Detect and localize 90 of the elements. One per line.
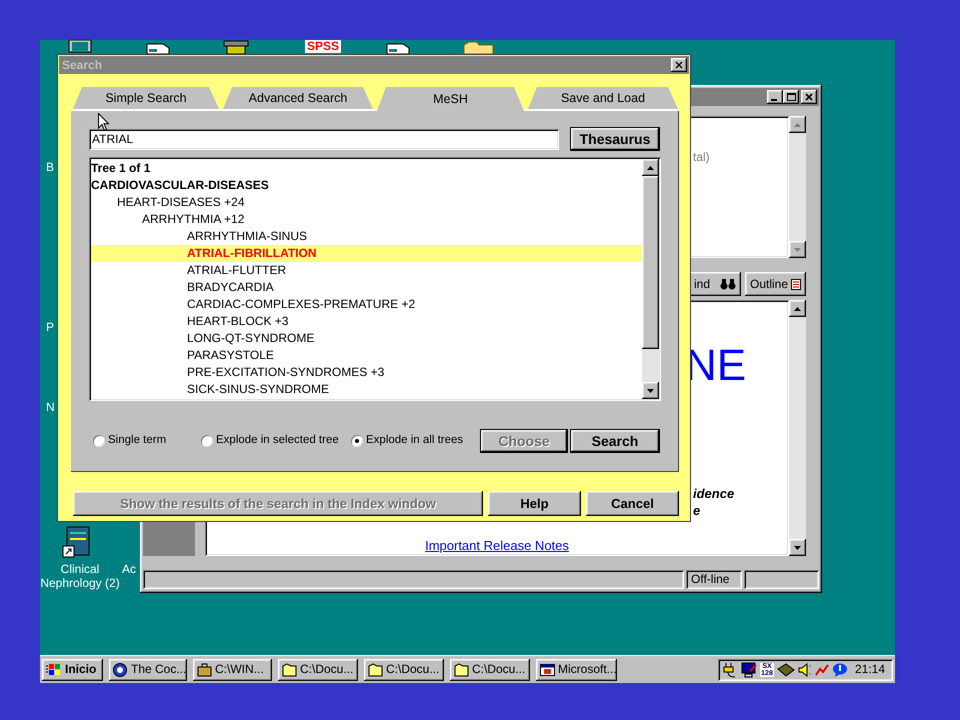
taskbar-button[interactable]: C:\Docu...: [278, 658, 358, 680]
text-fragment: tal): [693, 150, 710, 164]
search-field[interactable]: ATRIAL: [89, 128, 559, 150]
scroll-down-button[interactable]: [642, 382, 659, 399]
tree-item[interactable]: CARDIOVASCULAR-DISEASES: [91, 177, 642, 194]
tree-item[interactable]: ATRIAL-FLUTTER: [91, 262, 642, 279]
globe-icon: [113, 662, 128, 676]
scrollbar[interactable]: [789, 300, 806, 556]
folder-icon: [463, 40, 495, 54]
tree-item[interactable]: ARRHYTHMIA-SINUS: [91, 228, 642, 245]
tree-header: Tree 1 of 1: [91, 160, 152, 177]
down-arrow-icon: [794, 546, 801, 550]
tree-item[interactable]: CARDIAC-COMPLEXES-PREMATURE +2: [91, 296, 642, 313]
speaker-icon: [798, 662, 812, 676]
icon-label: P: [46, 320, 54, 334]
close-button[interactable]: [671, 58, 687, 72]
radio-option[interactable]: Explode in all trees: [351, 434, 480, 448]
scroll-down-button[interactable]: [789, 539, 806, 556]
tree-item[interactable]: PARASYSTOLE: [91, 347, 642, 364]
taskbar-button[interactable]: The Coc...: [109, 658, 187, 680]
window-title: Search: [62, 58, 102, 72]
up-arrow-icon: [794, 122, 801, 126]
tree-item[interactable]: HEART-DISEASES +24: [91, 194, 642, 211]
scroll-up-button[interactable]: [642, 159, 659, 176]
scrollbar[interactable]: [642, 159, 659, 399]
radio-button[interactable]: [351, 434, 363, 447]
icon-label: B: [46, 160, 54, 174]
text-fragment: e: [693, 503, 700, 519]
tree-item[interactable]: ARRHYTHMIA +12: [91, 211, 642, 228]
icon-label: N: [46, 400, 55, 414]
scrollbar[interactable]: [789, 116, 806, 258]
scroll-up-button[interactable]: [789, 116, 806, 133]
thesaurus-button[interactable]: Thesaurus: [570, 127, 660, 151]
tab[interactable]: Advanced Search: [223, 87, 373, 109]
tree-item[interactable]: PRE-EXCITATION-SYNDROMES +3: [91, 364, 642, 381]
tree-item[interactable]: ATRIAL-FIBRILLATION: [91, 245, 642, 262]
scroll-thumb[interactable]: [642, 176, 659, 349]
radio-button[interactable]: [93, 434, 105, 447]
tree-item[interactable]: SICK-SINUS-SYNDROME: [91, 381, 642, 398]
scroll-up-button[interactable]: [789, 300, 806, 317]
start-button[interactable]: Inicio: [42, 658, 103, 680]
clock: 21:14: [854, 662, 886, 677]
taskbar-button[interactable]: Microsoft...: [536, 658, 617, 680]
taskbar-button[interactable]: C:\Docu...: [450, 658, 530, 680]
monitor-icon: [741, 662, 757, 678]
dialog-button[interactable]: Cancel: [586, 491, 679, 516]
down-arrow-icon: [794, 248, 801, 252]
maximize-icon: [786, 93, 796, 101]
close-button[interactable]: [801, 90, 817, 104]
down-arrow-icon: [647, 388, 654, 392]
tree-item[interactable]: HEART-BLOCK +3: [91, 313, 642, 330]
list-icon: [791, 278, 802, 290]
radio-option[interactable]: Single term: [93, 434, 201, 448]
dialog-button[interactable]: Help: [488, 491, 581, 516]
signal-icon: [815, 662, 829, 676]
plug-icon: [722, 662, 738, 678]
taskbar-button[interactable]: C:\WIN...: [193, 658, 272, 680]
folder-icon: [368, 662, 383, 676]
close-icon: [675, 61, 683, 69]
tree-item[interactable]: BRADYCARDIA: [91, 279, 642, 296]
briefcase-icon: [197, 662, 212, 676]
up-arrow-icon: [794, 306, 801, 310]
chat-icon: [832, 662, 848, 676]
window-icon: [540, 662, 555, 676]
up-arrow-icon: [647, 166, 654, 170]
radio-option[interactable]: Explode in selected tree: [201, 434, 351, 448]
card-icon: [777, 662, 795, 676]
binoculars-icon: [720, 278, 736, 290]
release-notes-link[interactable]: Important Release Notes: [425, 538, 569, 553]
dialog-button[interactable]: Search: [570, 429, 660, 453]
tab[interactable]: Simple Search: [73, 87, 219, 109]
mouse-pointer-icon: [98, 113, 110, 132]
taskbar-button[interactable]: C:\Docu...: [364, 658, 444, 680]
minimize-button[interactable]: [767, 90, 783, 104]
tree-item[interactable]: LONG-QT-SYNDROME: [91, 330, 642, 347]
maximize-button[interactable]: [783, 90, 799, 104]
text-fragment: idence: [693, 486, 734, 502]
status-field: Off-line: [686, 570, 742, 589]
windows-logo-icon: [46, 662, 62, 676]
folder-icon: [282, 662, 297, 676]
toolbar-button[interactable]: Outline: [745, 272, 806, 296]
icon-label[interactable]: Clinical Nephrology (2): [40, 562, 122, 590]
radio-button[interactable]: [201, 434, 213, 447]
tab[interactable]: MeSH: [377, 87, 524, 111]
close-icon: [805, 93, 813, 101]
folder-icon: [454, 662, 469, 676]
program-label: SPSS: [305, 40, 342, 53]
tab[interactable]: Save and Load: [528, 87, 678, 109]
scroll-down-button[interactable]: [789, 241, 806, 258]
icon-label: Ac: [122, 562, 136, 576]
